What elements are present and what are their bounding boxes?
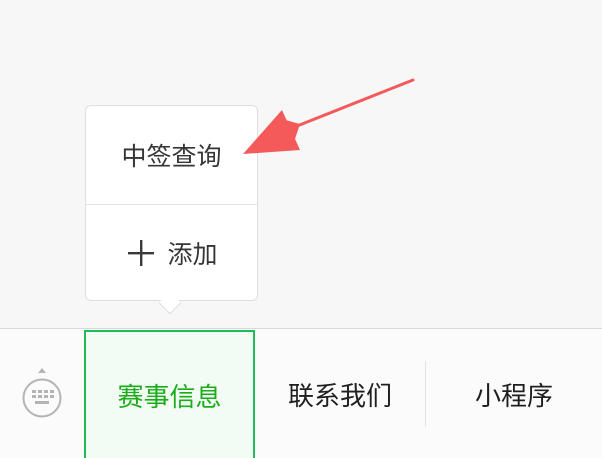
menu-tab-event-info[interactable]: 赛事信息 bbox=[84, 330, 255, 458]
submenu-item-label: 添加 bbox=[167, 239, 218, 269]
menu-tab-mini-program[interactable]: 小程序 bbox=[426, 329, 602, 458]
keyboard-toggle-button[interactable] bbox=[0, 329, 84, 458]
bottom-menu-bar: 赛事信息 联系我们 小程序 bbox=[0, 328, 602, 458]
submenu-item-lottery-query[interactable]: 中签查询 bbox=[86, 106, 257, 204]
menu-tab-label: 小程序 bbox=[474, 381, 553, 412]
submenu-item-label: 中签查询 bbox=[121, 142, 222, 171]
menu-tab-contact-us[interactable]: 联系我们 bbox=[255, 329, 425, 458]
menu-tab-label: 赛事信息 bbox=[117, 383, 222, 413]
menu-tab-label: 联系我们 bbox=[287, 381, 392, 412]
submenu-item-add[interactable]: 添加 bbox=[86, 204, 257, 300]
keyboard-icon bbox=[20, 366, 64, 422]
chat-screen: 中签查询 添加 赛事信息 联系我们 小程序 bbox=[0, 0, 602, 458]
submenu-popup: 中签查询 添加 bbox=[85, 105, 258, 301]
plus-icon bbox=[125, 237, 157, 269]
